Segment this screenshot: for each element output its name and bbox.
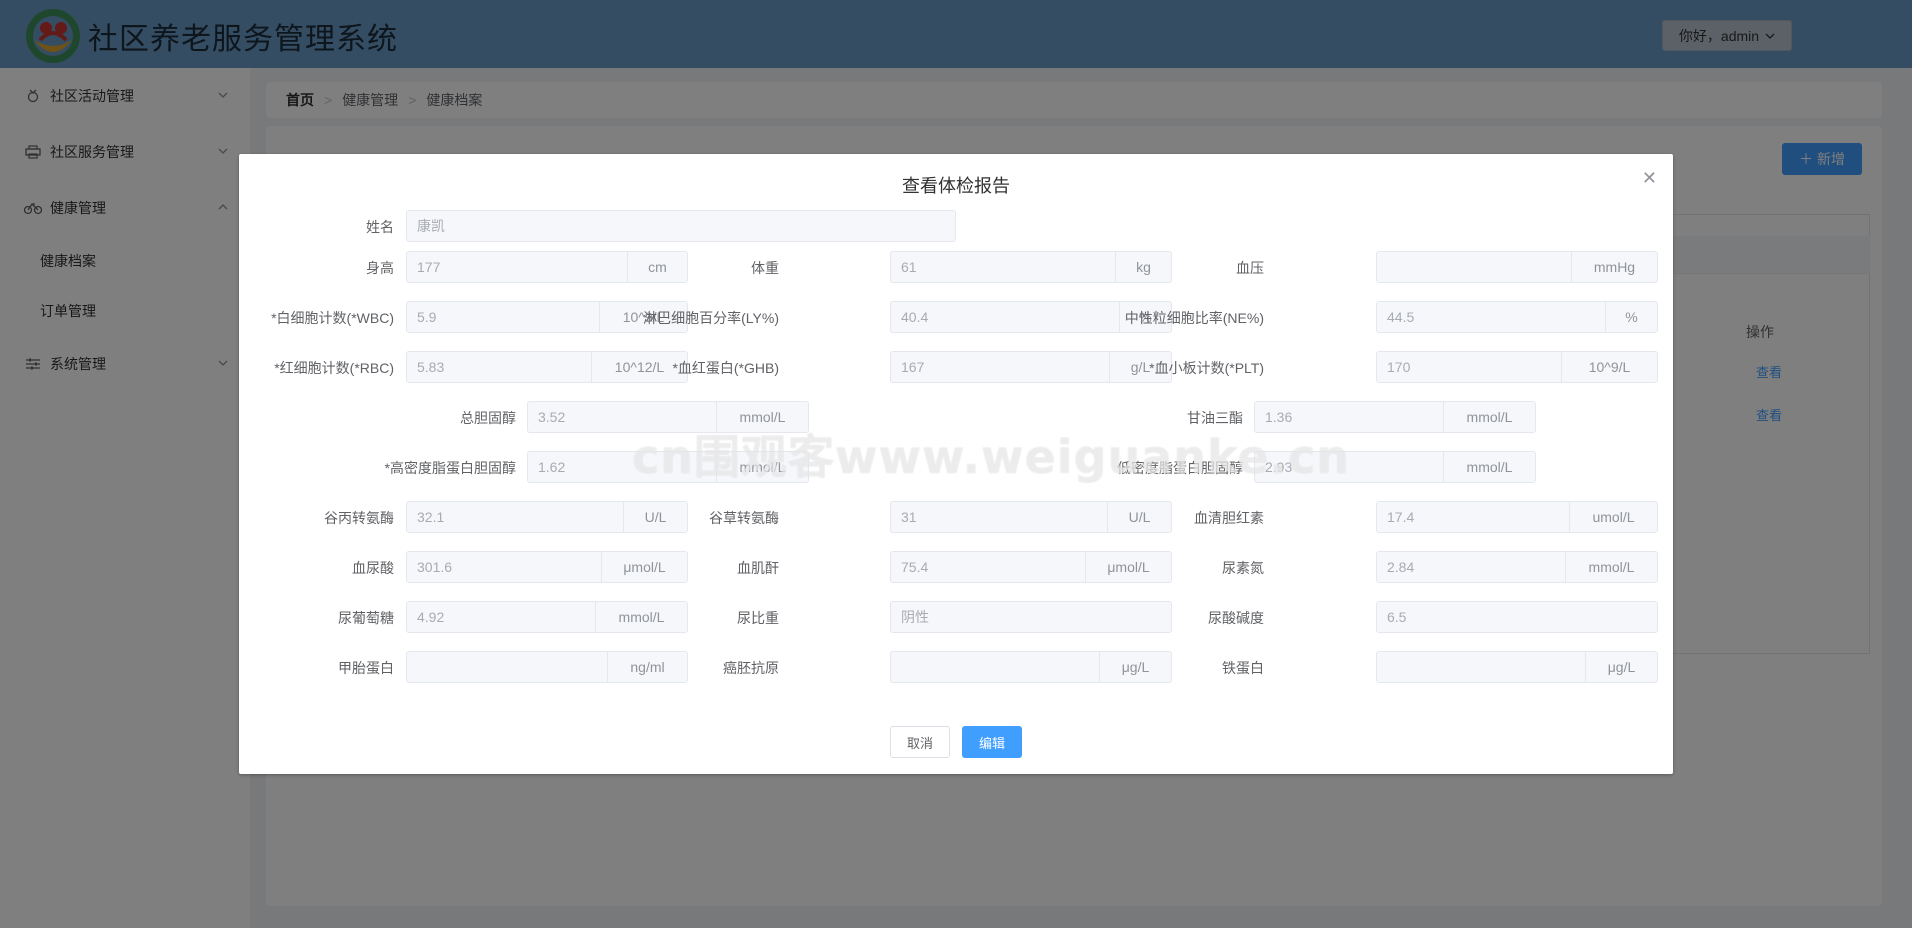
report-input-field[interactable]: 17.4 umol/L [1376, 501, 1658, 533]
field-value: 44.5 [1387, 309, 1415, 325]
field-value: 170 [1387, 359, 1411, 375]
field-label: 谷丙转氨酶 [324, 510, 394, 526]
field-label: 尿酸碱度 [1208, 610, 1264, 626]
close-icon[interactable]: ✕ [1642, 168, 1657, 189]
field-value [1377, 652, 1585, 682]
field-label: 血压 [1236, 260, 1264, 276]
field-value [1377, 252, 1571, 282]
field-label: *红细胞计数(*RBC) [274, 360, 394, 376]
report-input-field[interactable]: 170 10^9/L [1376, 351, 1658, 383]
field-unit: 10^9/L [1561, 352, 1657, 382]
field-label: 身高 [366, 260, 394, 276]
field-unit: % [1605, 302, 1657, 332]
field-label: 尿比重 [737, 610, 779, 626]
field-label: 癌胚抗原 [723, 660, 779, 676]
field-label: *血小板计数(*PLT) [1149, 360, 1264, 376]
field-value: 17.4 [1387, 509, 1415, 525]
report-input-field[interactable]: 44.5% [1376, 301, 1658, 333]
field-label: 尿葡萄糖 [338, 610, 394, 626]
name-label: 姓名 [366, 219, 394, 235]
field-unit: mmol/L [1443, 402, 1535, 432]
field-label: 血清胆红素 [1194, 510, 1264, 526]
report-input-field[interactable]: 2.84 mmol/L [1376, 551, 1658, 583]
field-label: 谷草转氨酶 [709, 510, 779, 526]
edit-button[interactable]: 编辑 [962, 726, 1022, 758]
cancel-button[interactable]: 取消 [890, 726, 950, 758]
report-input-field[interactable]: mmHg [1376, 251, 1658, 283]
dialog-title: 查看体检报告 [902, 176, 1010, 196]
report-input-field[interactable]: 6.5 [1376, 601, 1658, 633]
report-input-field[interactable]: μg/L [1376, 651, 1658, 683]
field-label: 血尿酸 [352, 560, 394, 576]
name-value: 康凯 [417, 218, 445, 234]
field-label: 中性粒细胞比率(NE%) [1124, 310, 1264, 326]
field-label: *白细胞计数(*WBC) [271, 310, 394, 326]
field-value: 6.5 [1387, 609, 1407, 625]
field-unit: umol/L [1569, 502, 1657, 532]
field-label: 血肌酐 [737, 560, 779, 576]
field-label: 尿素氮 [1222, 560, 1264, 576]
field-label: 体重 [751, 260, 779, 276]
field-unit: μg/L [1585, 652, 1657, 682]
field-label: 铁蛋白 [1222, 660, 1264, 676]
field-unit: mmol/L [1565, 552, 1657, 582]
field-label: 甲胎蛋白 [338, 660, 394, 676]
field-unit: mmol/L [1443, 452, 1535, 482]
name-field[interactable]: 康凯 [406, 210, 956, 242]
field-value: 2.84 [1387, 559, 1415, 575]
watermark: cn围观客www.weiguanke.cn [632, 430, 1351, 484]
field-label: *高密度脂蛋白胆固醇 [384, 460, 516, 476]
field-label: 总胆固醇 [460, 410, 516, 426]
field-label: *血红蛋白(*GHB) [672, 360, 779, 376]
field-unit: mmHg [1571, 252, 1657, 282]
field-label: 淋巴细胞百分率(LY%) [643, 310, 779, 326]
